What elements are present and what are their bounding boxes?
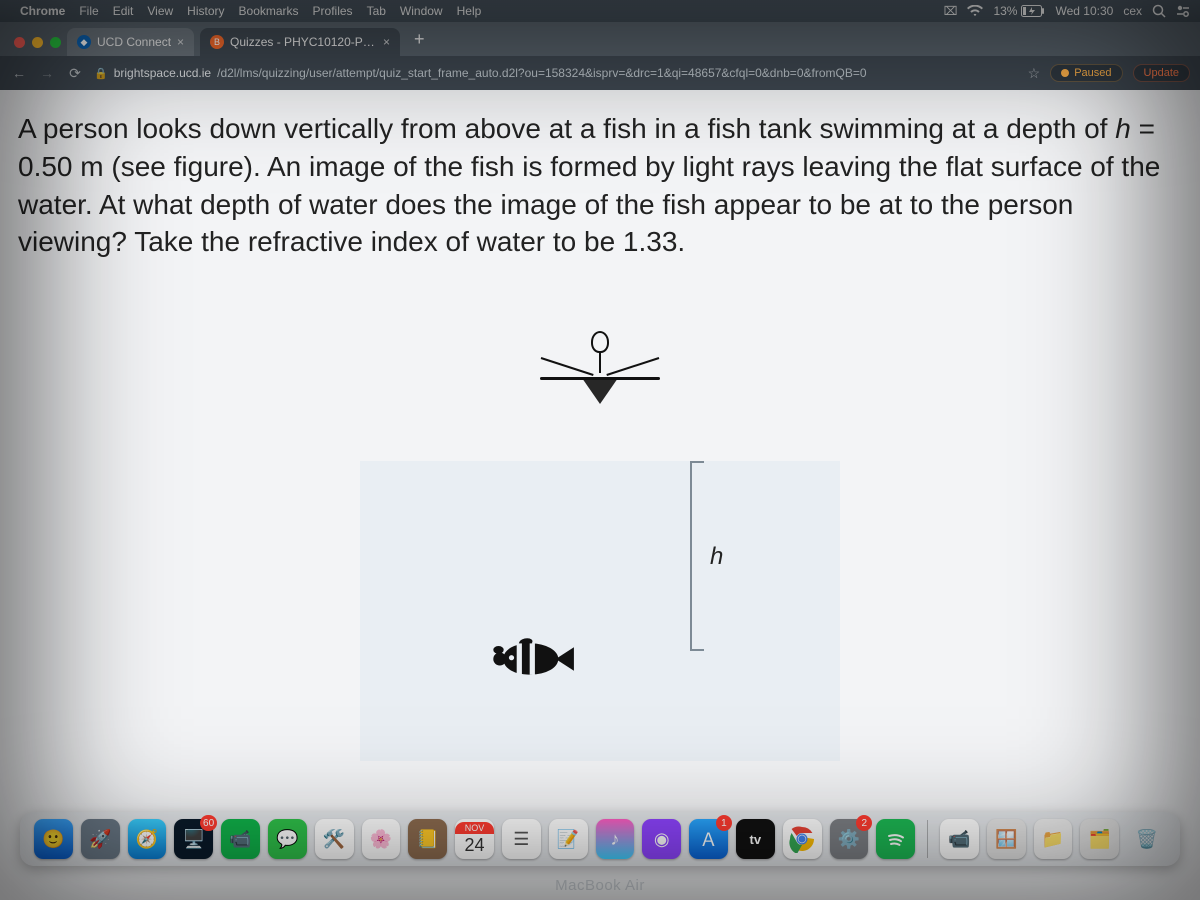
tv-label: tv (750, 832, 762, 847)
question-part-a: A person looks down vertically from abov… (18, 113, 1115, 144)
nav-forward-button[interactable]: → (38, 65, 56, 81)
menu-view[interactable]: View (147, 4, 173, 18)
tab-close-icon[interactable]: × (383, 35, 390, 49)
dock-badge: 60 (200, 815, 217, 831)
tab-quizzes[interactable]: B Quizzes - PHYC10120-Physics × (200, 28, 400, 56)
hardware-label: MacBook Air (0, 877, 1200, 894)
dock-trash-icon[interactable]: 🗑️ (1127, 819, 1166, 859)
calendar-month-label: NOV (455, 822, 494, 834)
dock-launchpad-icon[interactable]: 🚀 (81, 819, 120, 859)
dock-photos-icon[interactable]: 🌸 (362, 819, 401, 859)
address-bar[interactable]: 🔒 brightspace.ucd.ie/d2l/lms/quizzing/us… (94, 66, 1018, 80)
question-figure: h (320, 331, 880, 761)
profile-paused-pill[interactable]: Paused (1050, 64, 1122, 82)
fish-icon (504, 644, 559, 675)
question-text: A person looks down vertically from abov… (0, 90, 1200, 261)
dock-facetime-icon[interactable]: 📹 (221, 819, 260, 859)
bookmark-star-icon[interactable]: ☆ (1028, 65, 1041, 82)
nav-back-button[interactable]: ← (10, 65, 28, 81)
tab-title: UCD Connect (97, 35, 171, 49)
menu-help[interactable]: Help (457, 4, 482, 18)
macos-dock: 🙂 🚀 🧭 🖥️60 📹 💬 🛠️ 🌸 📒 NOV 24 ☰ 📝 ♪ ◉ Ａ1 … (20, 812, 1180, 866)
calendar-day-label: 24 (465, 834, 485, 856)
battery-percent-label: 13% (993, 4, 1017, 18)
menubar-app-name[interactable]: Chrome (20, 4, 65, 18)
quiz-page: A person looks down vertically from abov… (0, 90, 1200, 900)
dock-divider (927, 820, 928, 858)
dock-appstore-icon[interactable]: Ａ1 (689, 819, 728, 859)
chrome-toolbar: ← → ⟳ 🔒 brightspace.ucd.ie/d2l/lms/quizz… (0, 56, 1200, 90)
dock-zoom-icon[interactable]: 📹 (940, 819, 979, 859)
update-label: Update (1144, 67, 1179, 79)
observer-figure-icon (540, 331, 660, 404)
depth-label: h (710, 543, 723, 571)
brightspace-favicon-icon: B (210, 35, 224, 49)
menubar-clock[interactable]: Wed 10:30 (1055, 4, 1113, 18)
dock-reminders-icon[interactable]: ☰ (502, 819, 541, 859)
menu-file[interactable]: File (79, 4, 98, 18)
input-source-label[interactable]: cex (1123, 4, 1142, 18)
nav-reload-button[interactable]: ⟳ (66, 65, 84, 82)
url-host: brightspace.ucd.ie (114, 66, 211, 80)
dock-podcasts-icon[interactable]: ◉ (642, 819, 681, 859)
tab-ucd-connect[interactable]: ◆ UCD Connect × (67, 28, 194, 56)
lock-icon: 🔒 (94, 67, 108, 80)
profile-avatar-icon (1061, 69, 1069, 77)
dock-messages-icon[interactable]: 💬 (268, 819, 307, 859)
profile-paused-label: Paused (1074, 67, 1111, 79)
tab-close-icon[interactable]: × (177, 35, 184, 49)
menu-window[interactable]: Window (400, 4, 443, 18)
dock-safari-icon[interactable]: 🧭 (128, 819, 167, 859)
dock-utility-icon[interactable]: 🛠️ (315, 819, 354, 859)
menu-profiles[interactable]: Profiles (313, 4, 353, 18)
dock-spotify-icon[interactable] (876, 819, 915, 859)
ucd-favicon-icon: ◆ (77, 35, 91, 49)
wifi-icon[interactable] (967, 5, 983, 17)
control-center-icon[interactable] (1176, 4, 1190, 18)
tab-title: Quizzes - PHYC10120-Physics (230, 35, 377, 49)
dock-systemprefs-icon[interactable]: ⚙️2 (830, 819, 869, 859)
spotlight-icon[interactable] (1152, 4, 1166, 18)
dock-badge: 2 (856, 815, 872, 831)
window-controls (8, 37, 67, 56)
window-zoom-button[interactable] (50, 37, 61, 48)
menu-edit[interactable]: Edit (113, 4, 134, 18)
dock-contacts-icon[interactable]: 📒 (408, 819, 447, 859)
menu-history[interactable]: History (187, 4, 224, 18)
dock-badge: 1 (716, 815, 732, 831)
dock-recent-icon[interactable]: 🪟 (987, 819, 1026, 859)
dock-appletv-icon[interactable]: tv (736, 819, 775, 859)
url-path: /d2l/lms/quizzing/user/attempt/quiz_star… (217, 66, 866, 80)
battery-status[interactable]: 13% (993, 4, 1045, 18)
chrome-tabstrip: ◆ UCD Connect × B Quizzes - PHYC10120-Ph… (0, 22, 1200, 56)
dock-calendar-icon[interactable]: NOV 24 (455, 819, 494, 859)
macos-menubar: Chrome File Edit View History Bookmarks … (0, 0, 1200, 22)
new-tab-button[interactable]: + (406, 29, 433, 56)
window-minimize-button[interactable] (32, 37, 43, 48)
chrome-update-pill[interactable]: Update (1133, 64, 1190, 82)
dock-chrome-icon[interactable] (783, 819, 822, 859)
water-tank: h (360, 461, 840, 761)
dock-stack-icon[interactable]: 🗂️ (1080, 819, 1119, 859)
menu-bookmarks[interactable]: Bookmarks (239, 4, 299, 18)
window-close-button[interactable] (14, 37, 25, 48)
menu-tab[interactable]: Tab (367, 4, 386, 18)
question-variable-h: h (1115, 113, 1131, 144)
dock-folder-icon[interactable]: 📁 (1034, 819, 1073, 859)
dock-finder-icon[interactable]: 🙂 (34, 819, 73, 859)
screen-mirroring-icon[interactable]: ⌧ (944, 4, 958, 18)
dock-screens-icon[interactable]: 🖥️60 (174, 819, 213, 859)
dock-music-icon[interactable]: ♪ (596, 819, 635, 859)
battery-icon (1021, 5, 1045, 17)
dock-notes-icon[interactable]: 📝 (549, 819, 588, 859)
